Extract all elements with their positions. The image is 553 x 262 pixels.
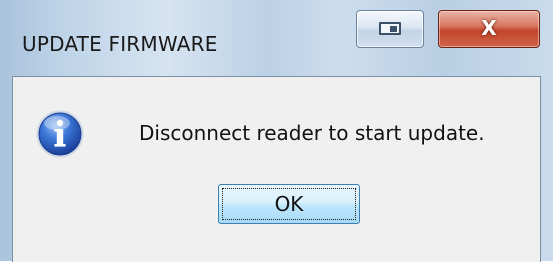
title-bar[interactable]: UPDATE FIRMWARE X [0, 0, 553, 76]
close-button[interactable]: X [438, 10, 540, 48]
dialog-window: UPDATE FIRMWARE X Disconnect reader to s… [0, 0, 553, 262]
dialog-body: Disconnect reader to start update. OK [12, 76, 541, 262]
ok-button[interactable]: OK [218, 184, 360, 224]
restore-button[interactable] [356, 10, 424, 48]
close-icon: X [481, 16, 497, 40]
ok-button-label: OK [274, 192, 304, 216]
restore-icon [379, 22, 401, 35]
information-icon [36, 110, 84, 158]
dialog-message: Disconnect reader to start update. [139, 121, 485, 145]
window-title: UPDATE FIRMWARE [22, 32, 218, 56]
